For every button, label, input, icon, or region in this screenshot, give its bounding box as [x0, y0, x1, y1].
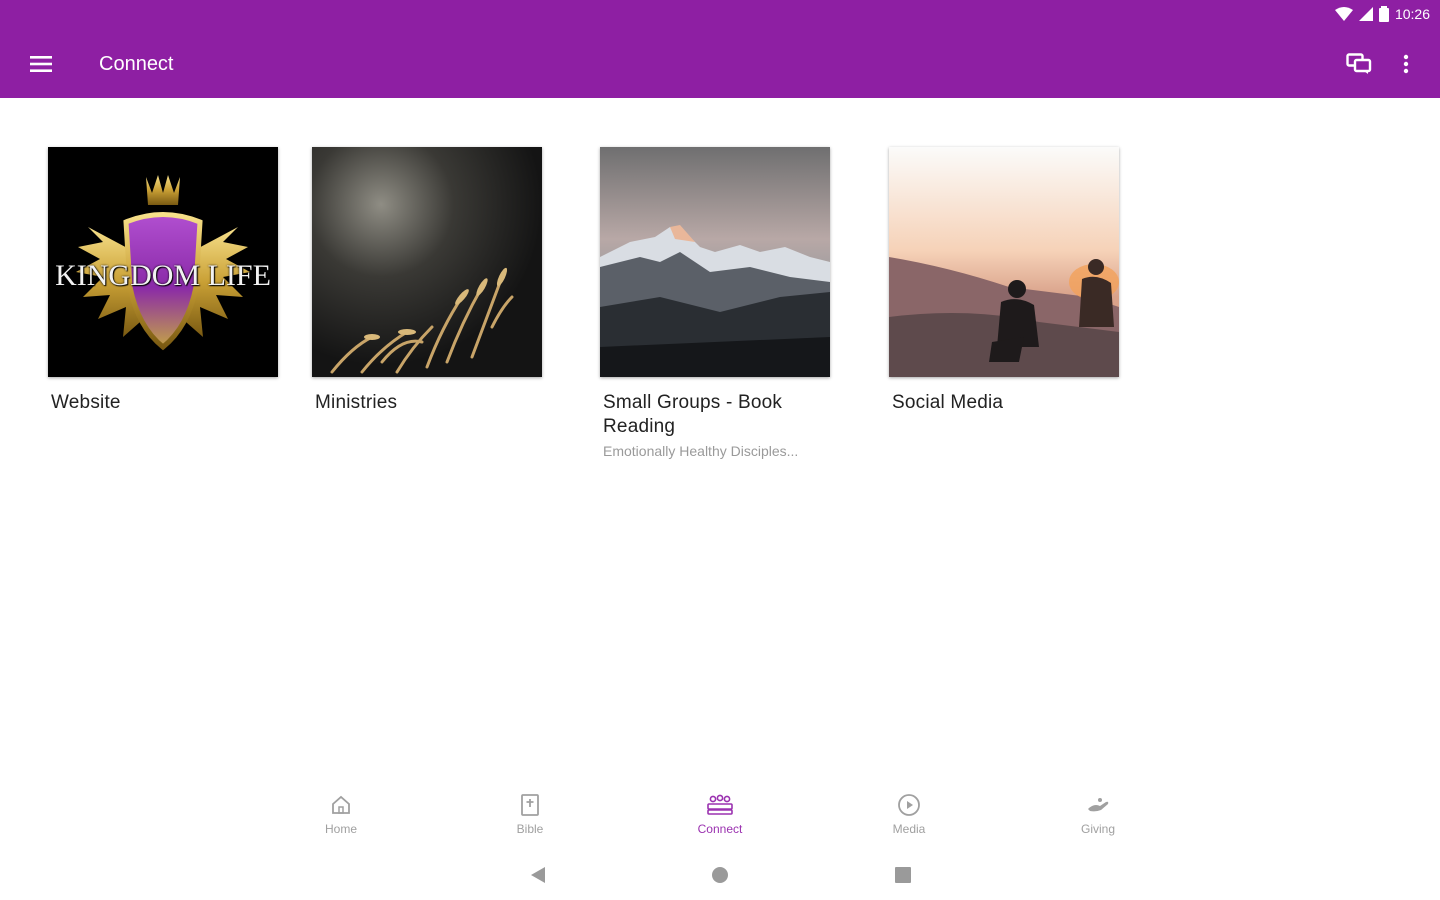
hamburger-icon: [30, 56, 52, 72]
card-title: Website: [51, 392, 121, 413]
bible-icon: [521, 794, 539, 816]
card-image: [312, 147, 542, 377]
card-social-media[interactable]: Social Media: [889, 147, 1119, 415]
status-time: 10:26: [1394, 6, 1430, 22]
menu-button[interactable]: [26, 50, 56, 78]
chat-button[interactable]: [1344, 50, 1374, 78]
nav-bible[interactable]: Bible: [480, 792, 580, 836]
page-title: Connect: [99, 53, 174, 75]
bottom-navigation: Home Bible Connect Media Giving: [0, 780, 1440, 850]
card-title: Ministries: [315, 392, 398, 413]
system-back-button[interactable]: [526, 863, 550, 887]
wheat-photo: [312, 147, 542, 377]
nav-label: Media: [892, 822, 926, 836]
card-subtitle: Emotionally Healthy Disciples...: [603, 443, 799, 459]
battery-icon: [1378, 6, 1389, 22]
nav-label: Home: [324, 822, 357, 836]
nav-label: Giving: [1080, 822, 1115, 836]
sunset-people-photo: [889, 147, 1119, 377]
more-options-button[interactable]: [1394, 50, 1418, 78]
mountain-photo: [600, 147, 830, 377]
connect-icon: [707, 794, 733, 815]
system-navigation: [0, 855, 1440, 895]
app-bar: 10:26 Connect: [0, 0, 1440, 98]
wifi-icon: [1334, 7, 1353, 21]
signal-icon: [1358, 7, 1373, 21]
nav-home[interactable]: Home: [291, 792, 391, 836]
card-website[interactable]: KINGDOM LIFE Website: [48, 147, 278, 415]
card-image: [889, 147, 1119, 377]
home-icon: [332, 795, 350, 814]
more-vert-icon: [1403, 54, 1409, 74]
card-image: KINGDOM LIFE: [48, 147, 278, 377]
home-circle-icon: [712, 867, 728, 883]
back-triangle-icon: [531, 867, 545, 883]
logo-text: KINGDOM LIFE: [55, 259, 271, 292]
card-small-groups[interactable]: Small Groups - Book Reading Emotionally …: [600, 147, 830, 459]
card-title: Small Groups - Book Reading: [603, 392, 783, 437]
system-recents-button[interactable]: [891, 863, 915, 887]
nav-connect[interactable]: Connect: [670, 792, 770, 836]
chat-icon: [1346, 53, 1372, 74]
system-home-button[interactable]: [708, 863, 732, 887]
nav-media[interactable]: Media: [859, 792, 959, 836]
nav-giving[interactable]: Giving: [1048, 792, 1148, 836]
card-ministries[interactable]: Ministries: [312, 147, 542, 415]
status-bar: 10:26: [1334, 4, 1430, 24]
giving-icon: [1088, 798, 1109, 812]
nav-label: Bible: [516, 822, 544, 836]
card-title: Social Media: [892, 392, 1004, 413]
nav-label: Connect: [697, 822, 743, 836]
card-image: [600, 147, 830, 377]
recents-square-icon: [895, 867, 911, 883]
play-icon: [898, 794, 920, 816]
